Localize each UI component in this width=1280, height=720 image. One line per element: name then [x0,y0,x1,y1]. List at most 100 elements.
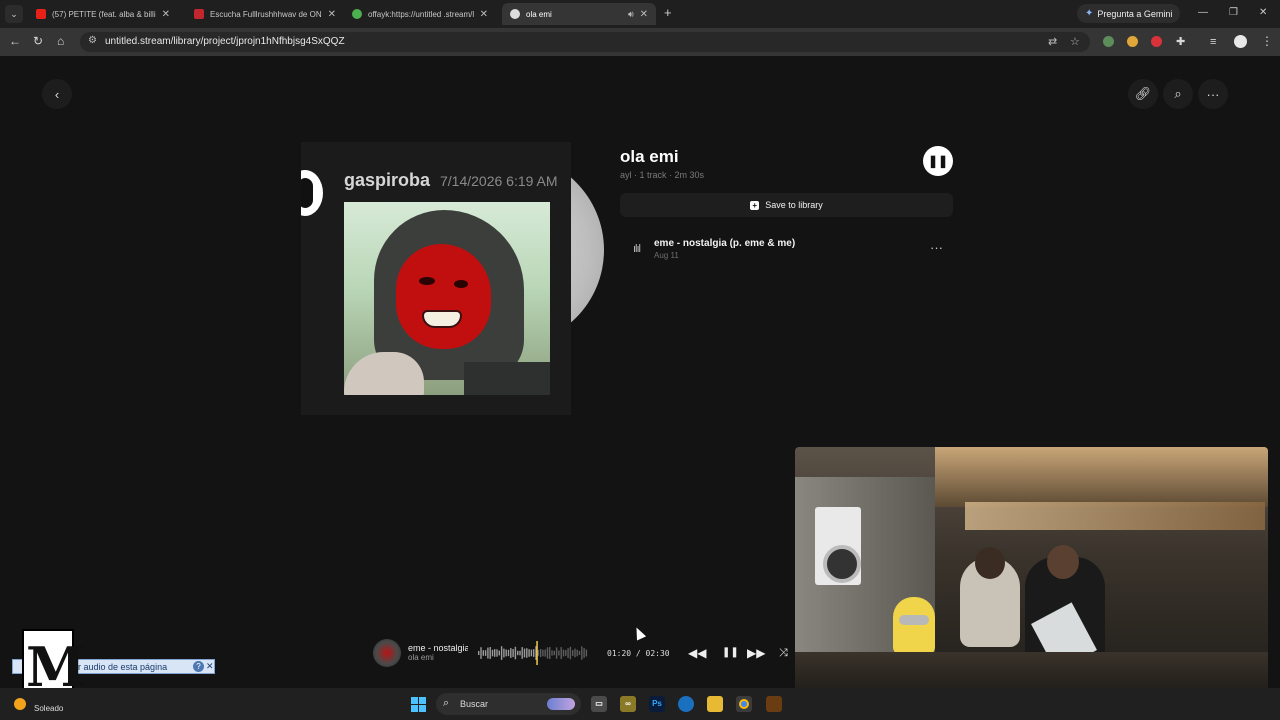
music-favicon-icon [194,9,204,19]
waveform-bar [578,650,581,655]
shuffle-icon[interactable]: ⤨ [779,646,788,660]
waveform-bar [546,647,549,659]
person [960,547,1020,647]
taskbar-search[interactable]: ⌕ Buscar [436,693,581,715]
waveform-bar [494,649,496,657]
waveform-bar [533,649,535,657]
search-highlight-art [547,698,575,710]
chrome-icon[interactable] [736,696,752,712]
waveform-bar [558,650,560,656]
tab-ola-emi[interactable]: ola emi 🔊︎ ✕ [502,3,656,25]
tab-music[interactable]: Escucha Fulllrushhhwav de ON ✕ [186,3,344,25]
waveform-bar [530,649,533,657]
more-options-button[interactable]: ··· [1198,79,1228,109]
file-explorer-icon[interactable] [707,696,723,712]
back-arrow-icon[interactable]: ← [9,34,21,48]
project-cover-art: gaspiroba 7/14/2026 6:19 AM [301,142,571,415]
track-row[interactable]: ılıl eme - nostalgia (p. eme & me) Aug 1… [627,234,953,264]
app-icon[interactable]: ∞ [620,696,636,712]
copy-link-button[interactable]: 🔗︎ [1128,79,1158,109]
waveform-bar [555,647,558,659]
mini-player: eme - nostalgia ola emi 01:20 / 02:30 ◀◀… [365,634,795,672]
tab-title: offayk:https://untitled .stream/li [368,9,474,19]
close-window-icon[interactable]: ✕ [1259,7,1267,19]
bookmark-star-icon[interactable]: ☆ [1070,35,1080,48]
close-icon[interactable]: ✕ [206,661,214,672]
photoshop-icon[interactable]: Ps [649,696,665,712]
edge-icon[interactable] [678,696,694,712]
waveform-bar [569,646,572,660]
pause-button[interactable]: ❚❚ [923,146,953,176]
browser-menu-icon[interactable]: ⋮ [1261,34,1273,48]
waveform-bar [576,649,578,657]
extensions-puzzle-icon[interactable]: ✚ [1176,35,1185,49]
tab-search-menu-icon[interactable]: ⌄ [5,5,23,23]
minimize-icon[interactable]: — [1198,7,1208,19]
waveform-bar [491,649,494,657]
waveform-bar [560,647,562,659]
close-tab-icon[interactable]: ✕ [162,9,170,20]
restore-icon[interactable]: ❐ [1229,7,1238,19]
browser-tab-bar: ⌄ (57) PETITE (feat. alba & billion ✕ Es… [0,0,1280,28]
fast-forward-icon[interactable]: ▶▶ [747,646,765,660]
help-icon[interactable]: ? [193,661,204,672]
translate-icon[interactable]: ⇄ [1048,35,1057,48]
extension-icon[interactable] [1103,36,1114,47]
extension-icon[interactable] [1151,36,1162,47]
waveform-playhead[interactable] [536,641,538,665]
waveform-bar [482,650,484,656]
new-tab-button[interactable]: + [664,6,672,20]
waveform-bar [510,648,512,658]
weather-sun-icon[interactable] [14,698,26,710]
speaker-icon[interactable]: 🔊︎ [628,9,634,20]
media-control-icon[interactable]: ≡ [1210,35,1216,49]
close-tab-icon[interactable]: ✕ [328,9,336,20]
fl-studio-icon[interactable] [766,696,782,712]
gemini-button[interactable]: ✦ Pregunta a Gemini [1077,4,1181,23]
waveform-bar [567,648,569,658]
waveform-bar [507,649,510,657]
weather-label[interactable]: Soleado [34,704,63,713]
close-tab-icon[interactable]: ✕ [640,9,648,20]
tab-youtube[interactable]: (57) PETITE (feat. alba & billion ✕ [28,3,178,25]
minion-toy [893,597,935,655]
track-more-icon[interactable]: ··· [930,240,943,255]
tab-title: (57) PETITE (feat. alba & billion [52,9,156,19]
search-label: Buscar [460,699,489,709]
site-info-icon[interactable]: ⚙ [88,35,97,46]
waveform-bar [542,649,544,657]
waveform-bar [574,648,576,658]
waveform-bar [489,647,491,659]
task-view-icon[interactable]: ▭ [591,696,607,712]
player-artist: ola emi [408,653,434,662]
webcam-overlay [795,447,1268,711]
rewind-icon[interactable]: ◀◀ [688,646,706,660]
waveform-bar [581,646,583,660]
waveform-bar [500,646,503,660]
tab-google[interactable]: offayk:https://untitled .stream/li ✕ [344,3,496,25]
waveform-scrubber[interactable] [478,640,588,666]
more-horizontal-icon: ··· [1206,86,1220,102]
extension-icon[interactable] [1127,36,1138,47]
search-button[interactable]: ⌕ [1163,79,1193,109]
untitled-favicon-icon [510,9,520,19]
browser-toolbar: ← ↻ ⌂ ⚙ untitled.stream/library/project/… [0,28,1280,56]
waveform-bar [537,650,539,656]
waveform-bar [583,648,585,658]
waveform-bar [562,649,565,657]
address-bar[interactable]: ⚙ untitled.stream/library/project/jprojn… [80,32,1090,52]
search-icon: ⌕ [443,697,450,709]
profile-avatar[interactable] [1234,35,1247,48]
reload-icon[interactable]: ↻ [33,34,43,48]
pause-icon[interactable]: ❚❚ [722,646,739,660]
pause-icon: ❚❚ [927,154,949,168]
save-to-library-button[interactable]: + Save to library [620,193,953,217]
back-button[interactable]: ‹ [42,79,72,109]
windows-start-icon[interactable] [411,697,426,712]
chevron-left-icon: ‹ [54,86,60,102]
project-meta: ayl · 1 track · 2m 30s [620,170,705,180]
home-icon[interactable]: ⌂ [57,34,64,48]
audio-share-label: ar audio de esta página [73,662,168,672]
waveform-bar [565,650,567,656]
close-tab-icon[interactable]: ✕ [480,9,488,20]
